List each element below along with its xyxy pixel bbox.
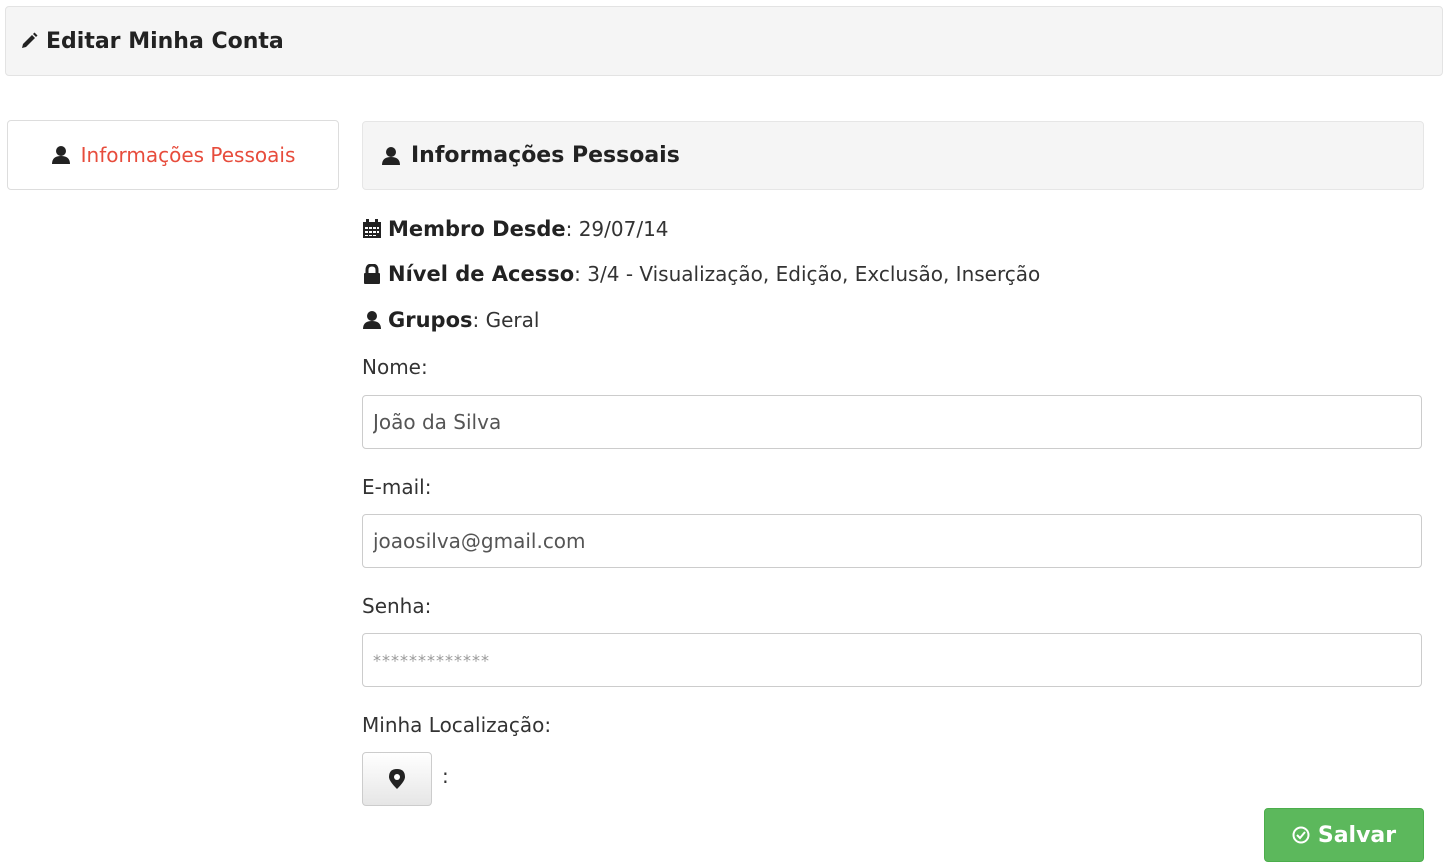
member-since-row: Membro Desde : 29/07/14 bbox=[362, 217, 669, 241]
access-level-row: Nível de Acesso : 3/4 - Visualização, Ed… bbox=[362, 262, 1040, 286]
location-label: Minha Localização: bbox=[362, 713, 552, 737]
location-button[interactable] bbox=[362, 752, 432, 806]
page-header: Editar Minha Conta bbox=[5, 6, 1443, 76]
member-since-label: Membro Desde bbox=[388, 217, 566, 241]
access-level-label: Nível de Acesso bbox=[388, 262, 575, 286]
access-level-value: : 3/4 - Visualização, Edição, Exclusão, … bbox=[574, 262, 1041, 286]
groups-value: : Geral bbox=[472, 308, 540, 332]
email-label: E-mail: bbox=[362, 475, 432, 499]
name-label: Nome: bbox=[362, 355, 428, 379]
lock-icon bbox=[362, 264, 388, 284]
check-circle-icon bbox=[1292, 826, 1310, 844]
name-field[interactable] bbox=[362, 395, 1422, 449]
user-icon bbox=[51, 145, 71, 165]
password-field[interactable] bbox=[362, 633, 1422, 687]
panel-header: Informações Pessoais bbox=[362, 121, 1424, 190]
password-label: Senha: bbox=[362, 594, 432, 618]
sidebar-item-informacoes-pessoais[interactable]: Informações Pessoais bbox=[7, 120, 339, 190]
email-field[interactable] bbox=[362, 514, 1422, 568]
save-button-label: Salvar bbox=[1317, 822, 1397, 848]
user-icon bbox=[381, 146, 401, 166]
groups-row: Grupos : Geral bbox=[362, 308, 539, 332]
groups-label: Grupos bbox=[388, 308, 473, 332]
save-button[interactable]: Salvar bbox=[1264, 808, 1424, 862]
page-title: Editar Minha Conta bbox=[46, 28, 284, 54]
map-marker-icon bbox=[389, 769, 405, 789]
user-icon bbox=[362, 310, 388, 330]
panel-title: Informações Pessoais bbox=[411, 143, 680, 168]
calendar-icon bbox=[362, 219, 388, 239]
member-since-value: : 29/07/14 bbox=[565, 217, 669, 241]
sidebar-item-label: Informações Pessoais bbox=[80, 143, 296, 167]
pencil-icon bbox=[20, 32, 38, 50]
location-value: : bbox=[442, 764, 449, 788]
